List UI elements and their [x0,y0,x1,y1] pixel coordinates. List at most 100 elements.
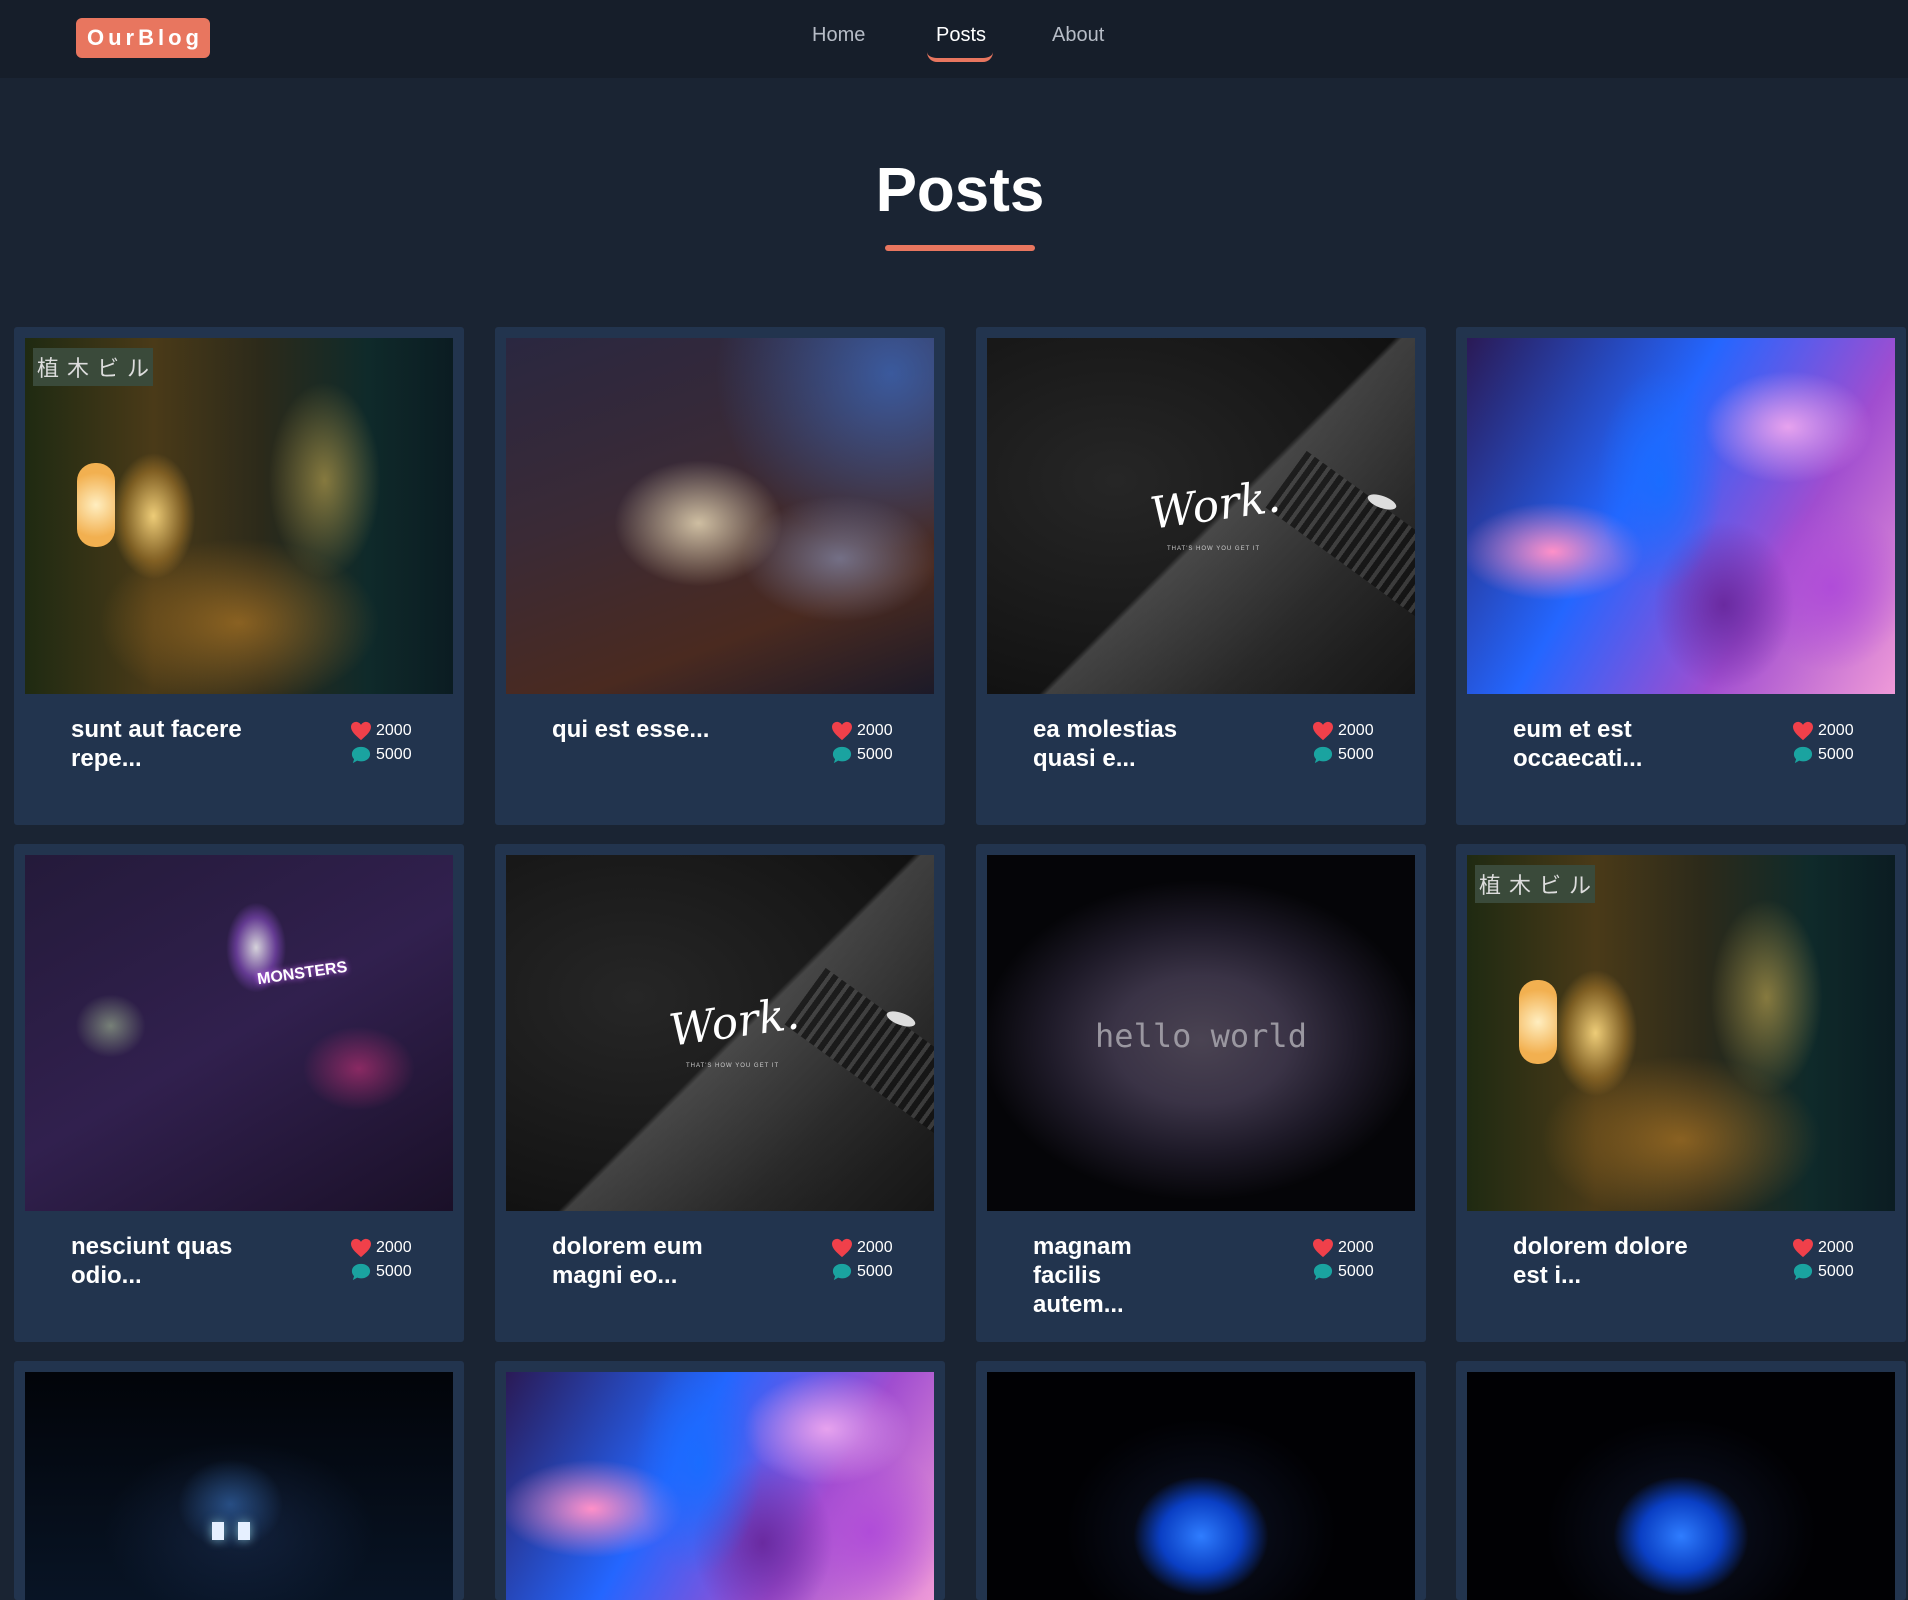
post-image[interactable] [1467,1372,1895,1600]
post-image[interactable] [25,1372,453,1600]
post-image[interactable] [506,1372,934,1600]
comments-value: 5000 [1818,746,1854,763]
heart-icon [832,1238,852,1258]
laptop-keyboard [1265,450,1415,626]
likes-value: 2000 [1818,722,1854,739]
post-title[interactable]: dolorem eum magni eo... [552,1232,742,1290]
image-headline: hello world [1095,1017,1307,1055]
comments-count[interactable]: 5000 [1312,745,1374,765]
post-card[interactable]: hello world magnam facilis autem... 2000… [976,844,1426,1342]
post-title[interactable]: eum et est occaecati... [1513,715,1703,773]
likes-count[interactable]: 2000 [350,1238,412,1258]
image-headline: Work. [1147,471,1284,540]
comment-bubble-icon [1313,1263,1333,1281]
likes-count[interactable]: 2000 [1792,721,1854,741]
post-image[interactable] [1467,338,1895,694]
heart-icon [1313,721,1333,741]
post-card[interactable]: 植木ビル sunt aut facere repe... 2000 5000 [14,327,464,825]
post-card[interactable]: MONSTERS nesciunt quas odio... 2000 5000 [14,844,464,1342]
post-card[interactable]: 植木ビル dolorem dolore est i... 2000 5000 [1456,844,1906,1342]
post-card[interactable]: Work. THAT'S HOW YOU GET IT ea molestias… [976,327,1426,825]
likes-count[interactable]: 2000 [831,721,893,741]
heart-icon [1793,1238,1813,1258]
main-nav: Home Posts About [0,0,1908,78]
post-image[interactable]: Work. THAT'S HOW YOU GET IT [506,855,934,1211]
shop-sign: 植木ビル [1475,865,1595,903]
post-image[interactable]: Work. THAT'S HOW YOU GET IT [987,338,1415,694]
post-card[interactable] [976,1361,1426,1600]
comments-count[interactable]: 5000 [350,745,412,765]
heart-icon [1793,721,1813,741]
post-card[interactable] [14,1361,464,1600]
comment-bubble-icon [1313,746,1333,764]
post-image[interactable]: MONSTERS [25,855,453,1211]
likes-value: 2000 [376,1239,412,1256]
comments-value: 5000 [1338,1263,1374,1280]
heart-icon [351,721,371,741]
lantern [77,463,115,547]
comments-count[interactable]: 5000 [1792,745,1854,765]
comments-value: 5000 [857,746,893,763]
comments-value: 5000 [857,1263,893,1280]
comments-value: 5000 [1818,1263,1854,1280]
post-title[interactable]: sunt aut facere repe... [71,715,261,773]
comment-bubble-icon [1793,1263,1813,1281]
post-image[interactable]: 植木ビル [25,338,453,694]
comments-count[interactable]: 5000 [1792,1262,1854,1282]
lantern [1519,980,1557,1064]
image-subtext: THAT'S HOW YOU GET IT [686,1063,780,1069]
likes-value: 2000 [857,1239,893,1256]
comments-count[interactable]: 5000 [350,1262,412,1282]
comments-count[interactable]: 5000 [831,1262,893,1282]
post-image[interactable]: 植木ビル [1467,855,1895,1211]
title-underline [885,245,1035,251]
likes-count[interactable]: 2000 [350,721,412,741]
heart-icon [1313,1238,1333,1258]
navbar: OurBlog Home Posts About [0,0,1908,78]
likes-value: 2000 [1338,722,1374,739]
comment-bubble-icon [832,1263,852,1281]
comment-bubble-icon [832,746,852,764]
heart-icon [351,1238,371,1258]
nav-about[interactable]: About [1052,24,1104,47]
nav-home[interactable]: Home [812,24,865,47]
comment-bubble-icon [351,746,371,764]
likes-count[interactable]: 2000 [1792,1238,1854,1258]
post-title[interactable]: qui est esse... [552,715,742,744]
image-headline: Work. [666,988,803,1057]
post-card[interactable]: Work. THAT'S HOW YOU GET IT dolorem eum … [495,844,945,1342]
post-title[interactable]: magnam facilis autem... [1033,1232,1183,1319]
likes-value: 2000 [1818,1239,1854,1256]
comment-bubble-icon [351,1263,371,1281]
comments-value: 5000 [376,1263,412,1280]
likes-count[interactable]: 2000 [1312,721,1374,741]
neon-sign: MONSTERS [256,958,349,989]
post-image[interactable] [987,1372,1415,1600]
likes-count[interactable]: 2000 [1312,1238,1374,1258]
post-image[interactable] [506,338,934,694]
post-title[interactable]: ea molestias quasi e... [1033,715,1223,773]
laptop-keyboard [784,967,934,1143]
glowing-eyes [212,1522,264,1545]
nav-active-indicator [927,52,993,62]
heart-icon [832,721,852,741]
post-card[interactable] [495,1361,945,1600]
shop-sign: 植木ビル [33,348,153,386]
image-subtext: THAT'S HOW YOU GET IT [1167,546,1261,552]
comments-value: 5000 [376,746,412,763]
likes-value: 2000 [1338,1239,1374,1256]
post-image[interactable]: hello world [987,855,1415,1211]
nav-posts[interactable]: Posts [936,24,986,47]
post-title[interactable]: nesciunt quas odio... [71,1232,261,1290]
post-title[interactable]: dolorem dolore est i... [1513,1232,1703,1290]
post-card[interactable]: qui est esse... 2000 5000 [495,327,945,825]
comments-count[interactable]: 5000 [1312,1262,1374,1282]
comment-bubble-icon [1793,746,1813,764]
likes-value: 2000 [857,722,893,739]
post-card[interactable]: eum et est occaecati... 2000 5000 [1456,327,1906,825]
likes-count[interactable]: 2000 [831,1238,893,1258]
comments-value: 5000 [1338,746,1374,763]
post-card[interactable] [1456,1361,1906,1600]
comments-count[interactable]: 5000 [831,745,893,765]
page-title: Posts [875,156,1045,225]
